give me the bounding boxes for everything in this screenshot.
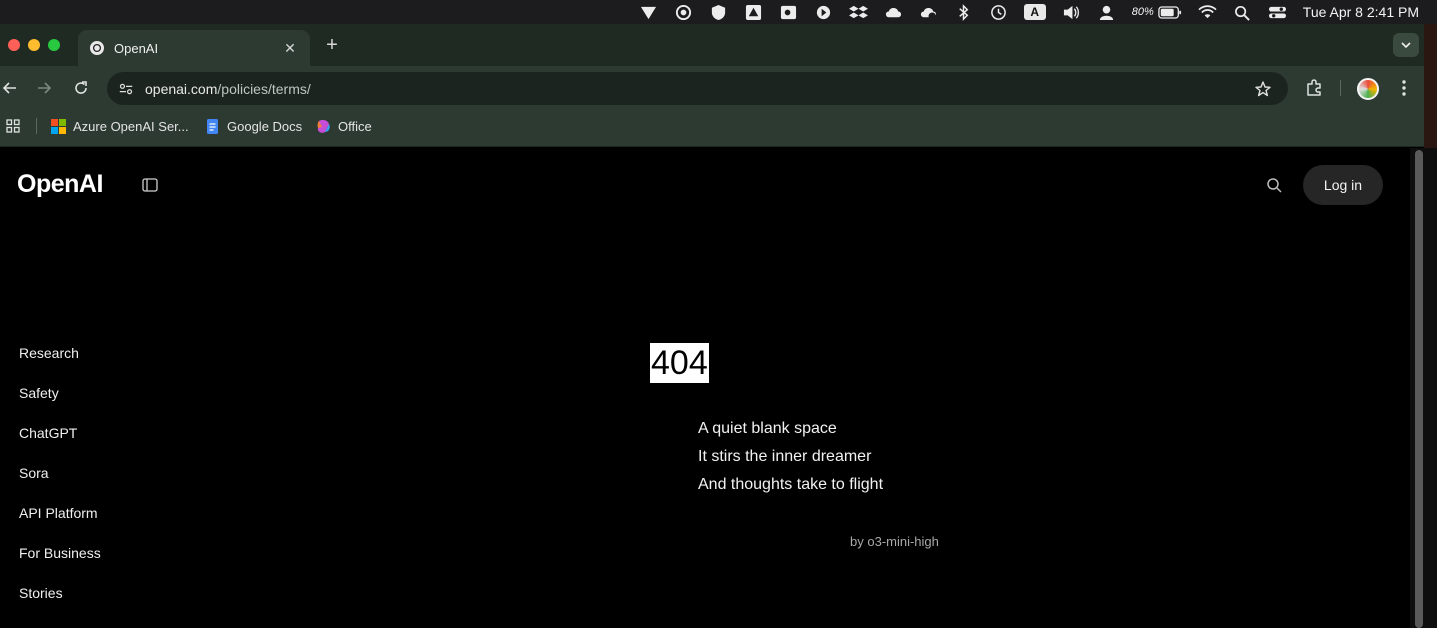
- microsoft-icon: [51, 118, 66, 134]
- zoom-window-button[interactable]: [48, 39, 60, 51]
- nav-item-chatgpt[interactable]: ChatGPT: [19, 424, 101, 464]
- extensions-icon[interactable]: [1304, 78, 1324, 98]
- tab-strip: OpenAI ✕ +: [0, 24, 1437, 66]
- spotlight-icon[interactable]: [1233, 0, 1252, 24]
- time-machine-icon[interactable]: [989, 0, 1008, 24]
- bookmark-label: Azure OpenAI Ser...: [73, 118, 189, 134]
- volume-icon[interactable]: [1062, 0, 1081, 24]
- openai-favicon-icon: [90, 41, 104, 55]
- site-nav: Research Safety ChatGPT Sora API Platfor…: [19, 344, 101, 624]
- haiku-byline: by o3-mini-high: [850, 534, 939, 549]
- dropbox-icon[interactable]: [848, 0, 868, 24]
- url-host: openai.com: [145, 80, 218, 97]
- haiku-line: It stirs the inner dreamer: [698, 448, 872, 465]
- tab-title: OpenAI: [114, 40, 159, 56]
- arrow-left-icon: [2, 82, 16, 94]
- haiku-line: A quiet blank space: [698, 420, 837, 437]
- user-icon[interactable]: [1097, 0, 1116, 24]
- battery-icon[interactable]: 80%: [1132, 0, 1182, 24]
- url-text[interactable]: openai.com/policies/terms/: [145, 81, 1254, 97]
- cloud-icon[interactable]: [884, 0, 903, 24]
- bookmarks-separator: [36, 118, 37, 134]
- bookmark-label: Google Docs: [227, 118, 303, 134]
- bookmark-azure-openai[interactable]: Azure OpenAI Ser...: [51, 116, 189, 136]
- menubar-clock[interactable]: Tue Apr 8 2:41 PM: [1303, 0, 1419, 24]
- nav-item-stories[interactable]: Stories: [19, 584, 101, 624]
- search-icon[interactable]: [1266, 177, 1282, 193]
- shield-icon[interactable]: [709, 0, 728, 24]
- profile-avatar[interactable]: [1357, 78, 1379, 100]
- login-button[interactable]: Log in: [1303, 165, 1383, 205]
- bookmark-office[interactable]: Office: [316, 116, 372, 136]
- nav-item-safety[interactable]: Safety: [19, 384, 101, 424]
- url-path: /policies/terms/: [217, 80, 311, 97]
- address-bar[interactable]: openai.com/policies/terms/: [107, 72, 1288, 105]
- browser-chrome: OpenAI ✕ + openai.com/policies/terms/ Az…: [0, 24, 1437, 147]
- google-docs-icon: [207, 118, 218, 134]
- control-center-icon[interactable]: [1268, 0, 1287, 24]
- minimize-window-button[interactable]: [28, 39, 40, 51]
- arrow-right-icon: [38, 82, 52, 94]
- nav-item-api-platform[interactable]: API Platform: [19, 504, 101, 544]
- site-settings-icon[interactable]: [117, 80, 135, 98]
- scrollbar-thumb[interactable]: [1415, 150, 1423, 628]
- reload-icon: [75, 81, 87, 94]
- sidebar-toggle-icon[interactable]: [142, 178, 158, 192]
- bookmark-label: Office: [338, 118, 372, 134]
- back-button[interactable]: [0, 78, 20, 98]
- macos-menu-bar: A 80% Tue Apr 8 2:41 PM: [0, 0, 1437, 24]
- error-code: 404: [650, 343, 709, 383]
- toolbar-separator: [1340, 80, 1341, 96]
- chevron-down-icon: [1401, 42, 1411, 49]
- bookmark-star-icon[interactable]: [1254, 80, 1272, 98]
- input-source-icon[interactable]: A: [1023, 0, 1046, 24]
- haiku: A quiet blank space It stirs the inner d…: [698, 419, 883, 503]
- page-scrollbar[interactable]: [1410, 148, 1437, 628]
- wifi-icon[interactable]: [1198, 0, 1217, 24]
- drive-icon[interactable]: [744, 0, 763, 24]
- chatgpt-icon[interactable]: [674, 0, 693, 24]
- tab-openai[interactable]: OpenAI ✕: [78, 30, 310, 66]
- close-window-button[interactable]: [8, 39, 20, 51]
- bookmarks-bar: Azure OpenAI Ser... Google Docs Office: [0, 110, 1437, 142]
- reload-button[interactable]: [71, 78, 91, 98]
- bookmark-google-docs[interactable]: Google Docs: [205, 116, 302, 136]
- cursor-icon[interactable]: [814, 0, 833, 24]
- nav-item-for-business[interactable]: For Business: [19, 544, 101, 584]
- haiku-line: And thoughts take to flight: [698, 476, 884, 493]
- forward-button[interactable]: [34, 78, 54, 98]
- nav-item-sora[interactable]: Sora: [19, 464, 101, 504]
- web-page: OpenAI Log in Research Safety ChatGPT So…: [0, 148, 1410, 628]
- apps-grid-icon[interactable]: [6, 119, 20, 133]
- browser-toolbar: openai.com/policies/terms/: [0, 66, 1437, 110]
- vpn-icon[interactable]: [639, 0, 658, 24]
- openai-logo[interactable]: OpenAI: [17, 170, 103, 199]
- tab-search-button[interactable]: [1393, 33, 1419, 57]
- office-icon: [317, 119, 330, 133]
- new-tab-button[interactable]: +: [322, 34, 342, 57]
- cloud-sync-icon[interactable]: [919, 0, 938, 24]
- bluetooth-icon[interactable]: [954, 0, 973, 24]
- outlook-icon[interactable]: [779, 0, 798, 24]
- battery-percent: 80%: [1131, 6, 1154, 18]
- tab-close-icon[interactable]: ✕: [282, 40, 298, 57]
- nav-item-research[interactable]: Research: [19, 344, 101, 384]
- more-menu-icon[interactable]: [1396, 78, 1412, 98]
